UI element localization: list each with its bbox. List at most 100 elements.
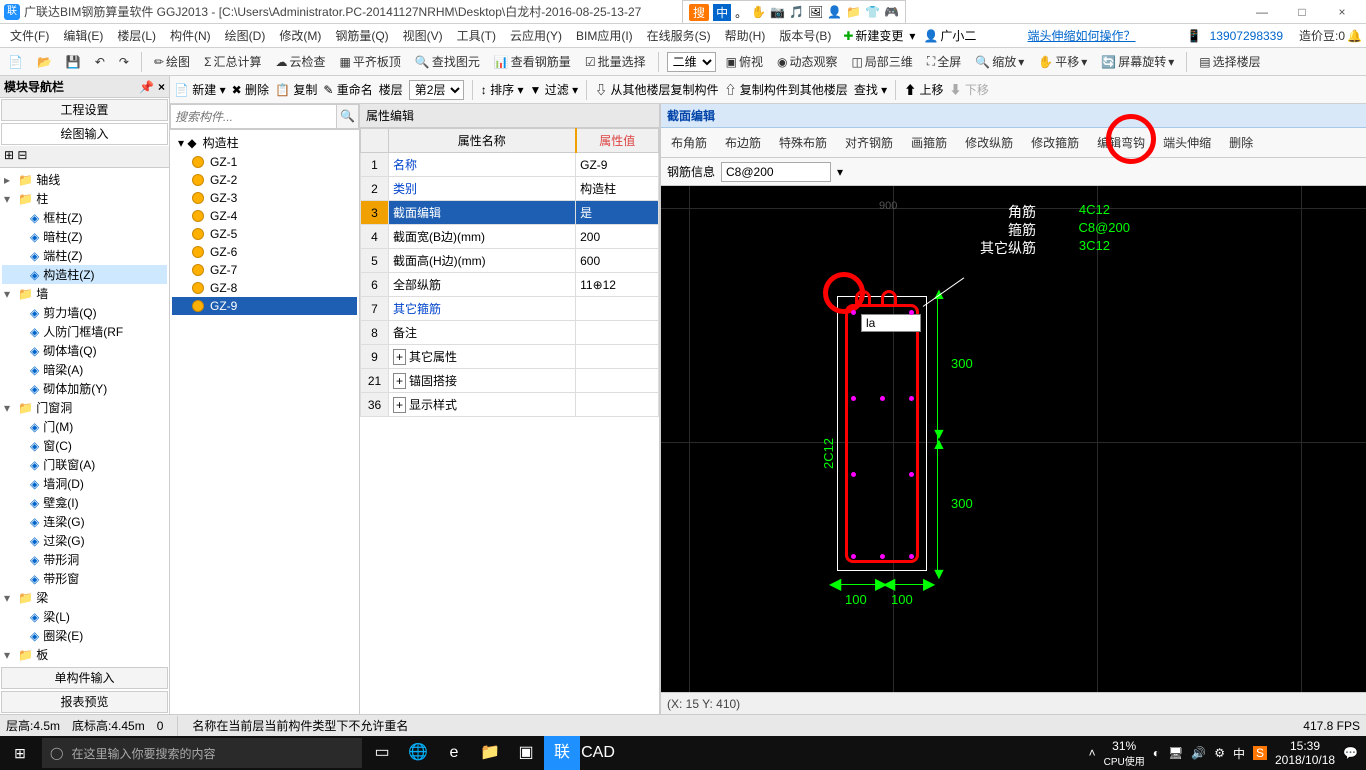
menu-online[interactable]: 在线服务(S) — [641, 25, 717, 46]
tree-item[interactable]: ◈ 端柱(Z) — [2, 246, 167, 265]
new-change-button[interactable]: 新建变更 — [855, 27, 903, 44]
tree-item[interactable]: ◈ 带形洞 — [2, 550, 167, 569]
menu-floor[interactable]: 楼层(L) — [111, 25, 162, 46]
filter-button[interactable]: ▼ 过滤 ▾ — [530, 81, 579, 98]
tray-icon[interactable]: 🖥 — [1168, 746, 1183, 760]
ime-icon[interactable]: 。 — [735, 4, 747, 21]
tree-item[interactable]: ◈ 带形窗 — [2, 569, 167, 588]
tab-end-extend[interactable]: 端头伸缩 — [1159, 132, 1215, 153]
tab-project-settings[interactable]: 工程设置 — [1, 99, 168, 121]
tab-align-bar[interactable]: 对齐钢筋 — [841, 132, 897, 153]
floor-combo[interactable]: 第2层 — [409, 80, 464, 100]
sum-button[interactable]: Σ 汇总计算 — [200, 51, 265, 72]
ime-icon[interactable]: 📁 — [846, 5, 861, 19]
collapse-icon[interactable]: ⊟ — [17, 148, 27, 162]
component-item[interactable]: GZ-4 — [172, 207, 357, 225]
tab-report-preview[interactable]: 报表预览 — [1, 691, 168, 713]
local-3d-button[interactable]: ◫ 局部三维 — [847, 51, 916, 72]
select-floor-button[interactable]: ▤ 选择楼层 — [1195, 51, 1264, 72]
tree-group[interactable]: ▾ 📁 柱 — [2, 189, 167, 208]
ime-icon[interactable]: 🎵 — [789, 5, 804, 19]
find-element-button[interactable]: 🔍 查找图元 — [411, 51, 484, 72]
tab-special-bar[interactable]: 特殊布筋 — [775, 132, 831, 153]
tree-item[interactable]: ◈ 人防门框墙(RF — [2, 322, 167, 341]
tab-draw-input[interactable]: 绘图输入 — [1, 123, 168, 145]
minimize-button[interactable]: — — [1242, 0, 1282, 24]
tree-item[interactable]: ◈ 连梁(G) — [2, 512, 167, 531]
tree-item[interactable]: ◈ 墙洞(D) — [2, 474, 167, 493]
plus-icon[interactable]: ✚ — [843, 29, 853, 43]
ime-toolbar[interactable]: 搜 中 。 ✋ 📷 🎵 🖼 👤 📁 👕 🎮 — [682, 0, 906, 24]
taskbar-search[interactable]: ◯ 在这里输入你要搜索的内容 — [42, 738, 362, 768]
tree-item[interactable]: ◈ 壁龛(I) — [2, 493, 167, 512]
tray-icon[interactable]: 🔊 — [1191, 746, 1206, 760]
tree-item[interactable]: ◈ 梁(L) — [2, 607, 167, 626]
fullscreen-button[interactable]: ⛶ 全屏 — [923, 51, 965, 72]
tree-item[interactable]: ◈ 门联窗(A) — [2, 455, 167, 474]
menu-rebar[interactable]: 钢筋量(Q) — [329, 25, 394, 46]
align-top-button[interactable]: ▦ 平齐板顶 — [336, 51, 405, 72]
property-row[interactable]: 3截面编辑是 — [361, 201, 659, 225]
component-item[interactable]: GZ-8 — [172, 279, 357, 297]
cloud-check-button[interactable]: ☁ 云检查 — [272, 51, 330, 72]
menu-modify[interactable]: 修改(M) — [273, 25, 327, 46]
taskbar-app-icon[interactable]: CAD — [580, 736, 616, 770]
tree-group[interactable]: ▾ 📁 门窗洞 — [2, 398, 167, 417]
search-icon[interactable]: 🔍 — [337, 104, 359, 129]
tree-item[interactable]: ◈ 门(M) — [2, 417, 167, 436]
ime-mode[interactable]: 中 — [713, 4, 731, 21]
pin-icon[interactable]: 📌 — [139, 80, 154, 94]
dropdown-icon[interactable]: ▾ — [837, 165, 843, 179]
view-mode-combo[interactable]: 二维 — [667, 52, 716, 72]
batch-select-button[interactable]: ☑ 批量选择 — [581, 51, 650, 72]
tree-item[interactable]: ◈ 窗(C) — [2, 436, 167, 455]
menu-version[interactable]: 版本号(B) — [773, 25, 837, 46]
tree-item[interactable]: ◈ 过梁(G) — [2, 531, 167, 550]
copy-to-floor-button[interactable]: ⇧ 复制构件到其他楼层 — [724, 81, 847, 98]
close-panel-icon[interactable]: × — [158, 80, 165, 94]
tree-group[interactable]: ▾ 📁 墙 — [2, 284, 167, 303]
ime-icon[interactable]: 📷 — [770, 5, 785, 19]
property-table[interactable]: 属性名称属性值 1名称GZ-92类别构造柱3截面编辑是4截面宽(B边)(mm)2… — [360, 128, 659, 714]
property-row[interactable]: 5截面高(H边)(mm)600 — [361, 249, 659, 273]
tree-item[interactable]: ◈ 砌体加筋(Y) — [2, 379, 167, 398]
menu-tools[interactable]: 工具(T) — [451, 25, 502, 46]
tray-clock[interactable]: 15:39 2018/10/18 — [1275, 739, 1335, 767]
notification-icon[interactable]: 💬 — [1343, 746, 1358, 760]
tray-icon[interactable]: ◐ — [1153, 746, 1160, 760]
redo-icon[interactable]: ↷ — [115, 53, 133, 71]
taskbar-app-icon[interactable]: e — [436, 736, 472, 770]
view-rebar-button[interactable]: 📊 查看钢筋量 — [490, 51, 575, 72]
menu-component[interactable]: 构件(N) — [164, 25, 217, 46]
tab-edge-bar[interactable]: 布边筋 — [721, 132, 765, 153]
ime-icon[interactable]: ✋ — [751, 5, 766, 19]
tab-delete[interactable]: 删除 — [1225, 132, 1257, 153]
new-comp-button[interactable]: 📄 新建 ▾ — [174, 81, 226, 98]
menu-file[interactable]: 文件(F) — [4, 25, 55, 46]
copy-comp-button[interactable]: 📋 复制 — [275, 81, 317, 98]
property-row[interactable]: 4截面宽(B边)(mm)200 — [361, 225, 659, 249]
copy-from-floor-button[interactable]: ⇩ 从其他楼层复制构件 — [595, 81, 718, 98]
tree-group[interactable]: ▸ 📁 轴线 — [2, 170, 167, 189]
tray-icon[interactable]: ⚙ — [1214, 746, 1225, 760]
top-view-button[interactable]: ▣ 俯视 — [722, 51, 767, 72]
tab-draw-stirrup[interactable]: 画箍筋 — [907, 132, 951, 153]
tree-item[interactable]: ◈ 剪力墙(Q) — [2, 303, 167, 322]
tree-item[interactable]: ◈ 现浇板(B) — [2, 664, 167, 666]
tree-item[interactable]: ◈ 砌体墙(Q) — [2, 341, 167, 360]
find-button[interactable]: 查找 ▾ — [854, 81, 887, 98]
property-row[interactable]: 21+锚固搭接 — [361, 369, 659, 393]
undo-icon[interactable]: ↶ — [91, 53, 109, 71]
rename-comp-button[interactable]: ✎ 重命名 — [323, 81, 372, 98]
tab-modify-stirrup[interactable]: 修改箍筋 — [1027, 132, 1083, 153]
category-tree[interactable]: ▸ 📁 轴线▾ 📁 柱◈ 框柱(Z)◈ 暗柱(Z)◈ 端柱(Z)◈ 构造柱(Z)… — [0, 168, 169, 666]
component-tree[interactable]: ▾ ◆ 构造柱 GZ-1 GZ-2 GZ-3 GZ-4 GZ-5 GZ-6 GZ… — [170, 130, 359, 714]
menu-edit[interactable]: 编辑(E) — [57, 25, 109, 46]
edit-input[interactable]: la — [861, 314, 921, 332]
tab-modify-long[interactable]: 修改纵筋 — [961, 132, 1017, 153]
ime-logo[interactable]: 搜 — [689, 4, 709, 21]
menu-view[interactable]: 视图(V) — [397, 25, 449, 46]
component-item[interactable]: GZ-2 — [172, 171, 357, 189]
tree-item[interactable]: ◈ 暗梁(A) — [2, 360, 167, 379]
move-down-button[interactable]: ⬇ 下移 — [950, 81, 989, 98]
